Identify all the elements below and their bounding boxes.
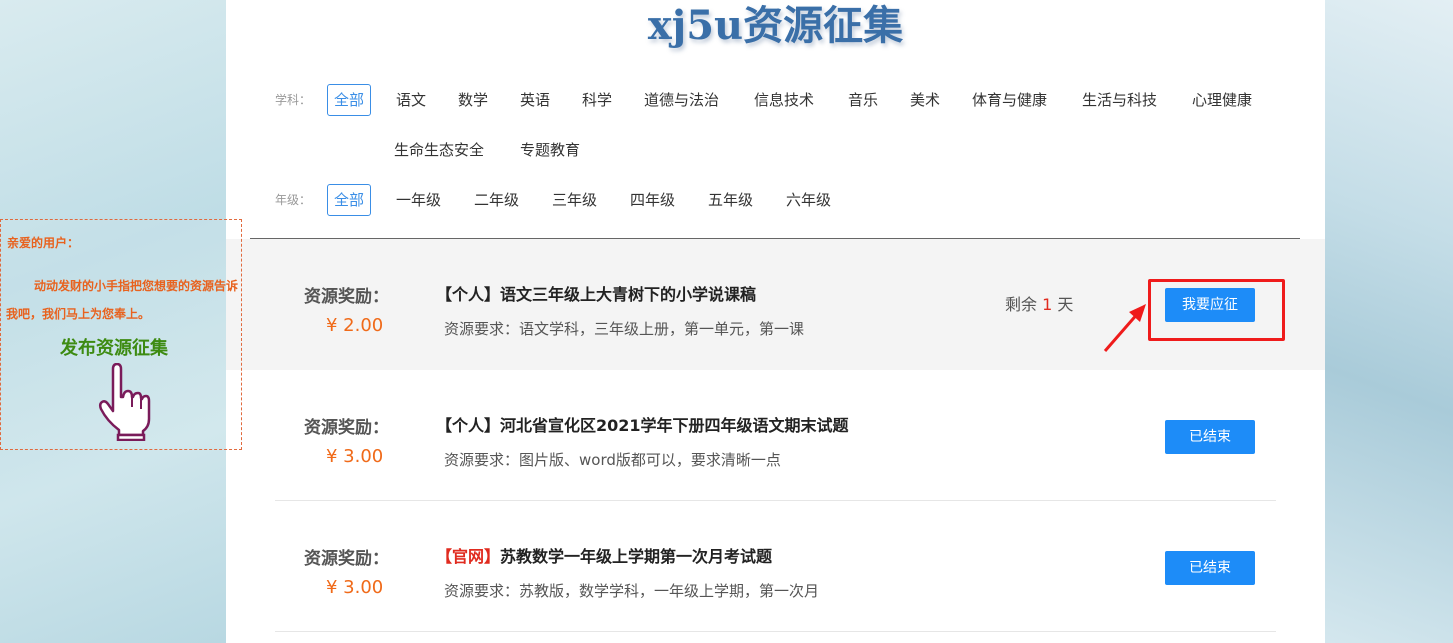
grade-filter-4[interactable]: 四年级 [630, 184, 675, 216]
subject-filter-art[interactable]: 美术 [910, 84, 940, 116]
grade-filter-1[interactable]: 一年级 [396, 184, 441, 216]
subject-filter-english[interactable]: 英语 [520, 84, 550, 116]
resource-row: 资源奖励： ¥ 3.00 【官网】苏教数学一年级上学期第一次月考试题 资源要求：… [226, 501, 1325, 632]
ended-button[interactable]: 已结束 [1165, 551, 1255, 585]
subject-filter-morality-law[interactable]: 道德与法治 [644, 84, 719, 116]
grade-filter-all[interactable]: 全部 [327, 184, 372, 216]
subject-filter-pe-health[interactable]: 体育与健康 [972, 84, 1047, 116]
resource-title[interactable]: 【个人】河北省宣化区2021学年下册四年级语文期末试题 [436, 412, 849, 436]
highlight-annotation-box [1148, 279, 1285, 341]
grade-filter-6[interactable]: 六年级 [786, 184, 831, 216]
subject-filter-special-education[interactable]: 专题教育 [520, 134, 580, 166]
reward-amount: ¥ 2.00 [326, 315, 384, 336]
ended-button[interactable]: 已结束 [1165, 420, 1255, 454]
publish-request-link[interactable]: 发布资源征集 [1, 334, 227, 360]
page-title: xj5u资源征集 [647, 2, 904, 49]
subject-filter-music[interactable]: 音乐 [848, 84, 878, 116]
resource-tag: 【官网】 [436, 547, 501, 566]
red-arrow-icon [1103, 304, 1146, 352]
remaining-days-count: 1 [1042, 295, 1053, 314]
reward-amount: ¥ 3.00 [326, 446, 384, 467]
page-background-right [1325, 0, 1453, 643]
subject-filter-it[interactable]: 信息技术 [754, 84, 814, 116]
side-card-message: 动动发财的小手指把您想要的资源告诉我吧，我们马上为您奉上。 [6, 279, 239, 321]
subject-filter-chinese[interactable]: 语文 [396, 84, 426, 116]
resource-title-text: 苏教数学一年级上学期第一次月考试题 [500, 547, 773, 566]
resource-requirement: 资源要求：苏教版，数学学科，一年级上学期，第一次月 [444, 582, 820, 600]
grade-filter-2[interactable]: 二年级 [474, 184, 519, 216]
subject-filter-math[interactable]: 数学 [458, 84, 488, 116]
resource-title-text: 河北省宣化区2021学年下册四年级语文期末试题 [500, 416, 849, 435]
publish-request-card: 亲爱的用户： 动动发财的小手指把您想要的资源告诉我吧，我们马上为您奉上。 发布资… [0, 219, 242, 450]
hand-pointer-icon[interactable] [93, 363, 153, 441]
remaining-suffix: 天 [1057, 295, 1074, 314]
main-content: xj5u资源征集 学科： 全部 语文 数学 英语 科学 道德与法治 信息技术 音… [226, 0, 1325, 643]
side-card-greeting: 亲爱的用户： [7, 236, 80, 250]
reward-label: 资源奖励： [304, 287, 389, 307]
resource-title[interactable]: 【官网】苏教数学一年级上学期第一次月考试题 [436, 543, 772, 567]
grade-filter-3[interactable]: 三年级 [552, 184, 597, 216]
subject-filter-all[interactable]: 全部 [327, 84, 372, 116]
resource-requirement: 资源要求：语文学科，三年级上册，第一单元，第一课 [444, 320, 805, 338]
resource-tag: 【个人】 [436, 416, 501, 435]
resource-row: 资源奖励： ¥ 3.00 【个人】河北省宣化区2021学年下册四年级语文期末试题… [226, 370, 1325, 501]
remaining-prefix: 剩余 [1005, 295, 1038, 314]
grade-filter-5[interactable]: 五年级 [708, 184, 753, 216]
resource-tag: 【个人】 [436, 285, 501, 304]
reward-label: 资源奖励： [304, 549, 389, 569]
resource-requirement: 资源要求：图片版、word版都可以，要求清晰一点 [444, 451, 781, 469]
remaining-days: 剩余 1 天 [1005, 291, 1073, 315]
row-divider [275, 631, 1276, 632]
reward-amount: ¥ 3.00 [326, 577, 384, 598]
reward-label: 资源奖励： [304, 418, 389, 438]
subject-filter-label: 学科： [275, 93, 312, 107]
resource-title[interactable]: 【个人】语文三年级上大青树下的小学说课稿 [436, 281, 756, 305]
subject-filter-science[interactable]: 科学 [582, 84, 612, 116]
subject-filter-mental-health[interactable]: 心理健康 [1192, 84, 1252, 116]
subject-filter-life-tech[interactable]: 生活与科技 [1082, 84, 1157, 116]
grade-filter-label: 年级： [275, 193, 312, 207]
resource-title-text: 语文三年级上大青树下的小学说课稿 [500, 285, 757, 304]
subject-filter-life-safety[interactable]: 生命生态安全 [394, 134, 484, 166]
